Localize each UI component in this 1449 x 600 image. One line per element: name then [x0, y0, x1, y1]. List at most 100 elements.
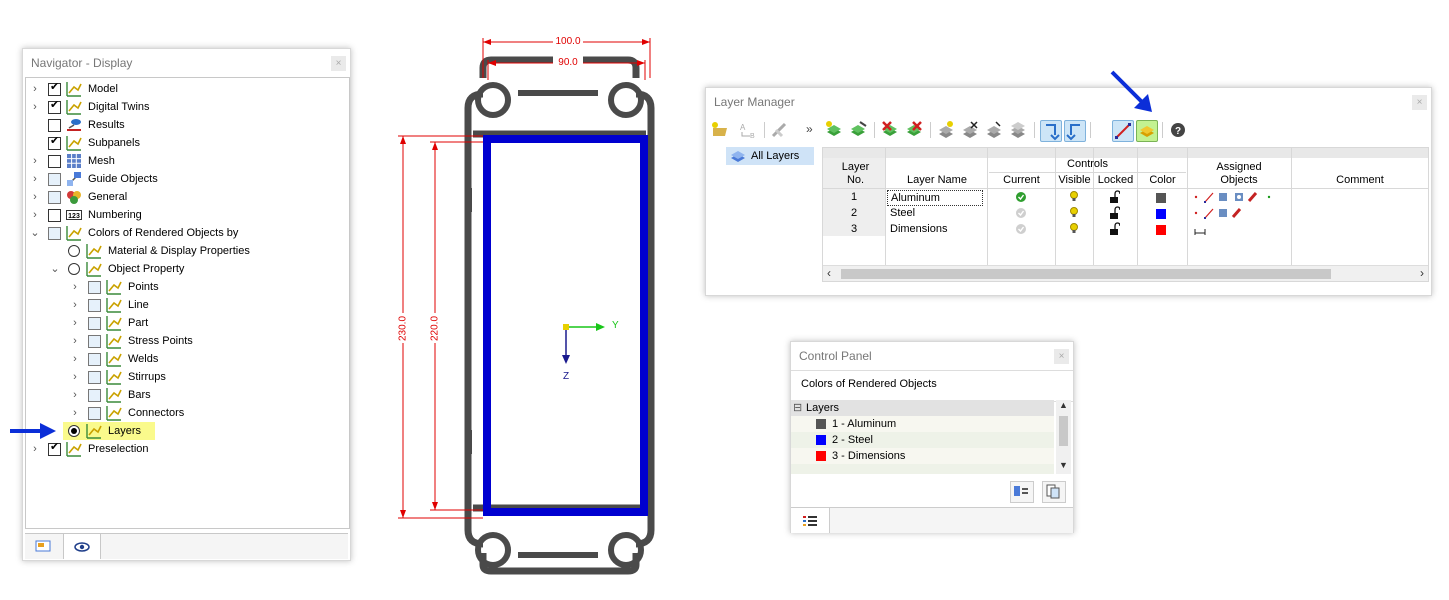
- scroll-right-icon[interactable]: ›: [1420, 266, 1424, 280]
- tree-item-line[interactable]: › Line: [26, 296, 346, 314]
- visible-bulb-icon[interactable]: [1068, 189, 1080, 205]
- tree-item-welds[interactable]: › Welds: [26, 350, 346, 368]
- chevron-right-icon[interactable]: ›: [70, 314, 80, 332]
- show-objects-icon[interactable]: [1112, 120, 1134, 142]
- chevron-right-icon[interactable]: ›: [30, 170, 40, 188]
- checkbox[interactable]: [48, 155, 61, 168]
- checkbox[interactable]: [88, 335, 101, 348]
- chevron-right-icon[interactable]: ›: [30, 188, 40, 206]
- chevron-right-icon[interactable]: ›: [30, 80, 40, 98]
- tree-item-colors-of-rendered-objects[interactable]: ⌄ Colors of Rendered Objects by: [26, 224, 346, 242]
- chevron-right-icon[interactable]: ›: [70, 368, 80, 386]
- checkbox[interactable]: [88, 317, 101, 330]
- chevron-right-icon[interactable]: ›: [70, 386, 80, 404]
- delete-folder-icon[interactable]: [770, 120, 790, 140]
- move-layer-icon[interactable]: [984, 120, 1004, 140]
- new-layer-folder-icon[interactable]: [710, 120, 730, 140]
- tree-item-general[interactable]: › General: [26, 188, 346, 206]
- chevron-right-icon[interactable]: ›: [70, 404, 80, 422]
- current-check-icon-inactive[interactable]: [1015, 221, 1027, 237]
- tree-item-material-display-properties[interactable]: Material & Display Properties: [26, 242, 346, 260]
- chevron-down-icon[interactable]: ⌄: [50, 260, 60, 278]
- tab-data[interactable]: [25, 534, 61, 559]
- layer-manager-close-button[interactable]: ×: [1412, 95, 1427, 110]
- checkbox[interactable]: [88, 389, 101, 402]
- cell-layer-name[interactable]: Dimensions: [890, 221, 983, 237]
- tree-item-stress-points[interactable]: › Stress Points: [26, 332, 346, 350]
- checkbox[interactable]: ✔: [48, 441, 61, 456]
- checkbox[interactable]: ✔: [48, 135, 61, 150]
- current-check-icon[interactable]: [1015, 189, 1027, 205]
- tree-item-preselection[interactable]: › ✔ Preselection: [26, 440, 346, 458]
- tree-item-results[interactable]: Results: [26, 116, 346, 134]
- checkbox[interactable]: [88, 299, 101, 312]
- chevron-right-icon[interactable]: ›: [70, 278, 80, 296]
- scroll-down-icon[interactable]: ▼: [1059, 460, 1068, 470]
- visible-bulb-icon[interactable]: [1068, 205, 1080, 221]
- tree-item-stirrups[interactable]: › Stirrups: [26, 368, 346, 386]
- navigator-close-button[interactable]: ×: [331, 56, 346, 71]
- checkbox[interactable]: [88, 371, 101, 384]
- tree-item-digital-twins[interactable]: › ✔ Digital Twins: [26, 98, 346, 116]
- tree-item-part[interactable]: › Part: [26, 314, 346, 332]
- control-panel-close-button[interactable]: ×: [1054, 349, 1069, 364]
- select-objects-icon[interactable]: [1040, 120, 1062, 142]
- rename-icon[interactable]: AB: [738, 120, 758, 140]
- cell-layer-name[interactable]: Aluminum: [887, 190, 983, 206]
- checkbox[interactable]: [48, 173, 61, 186]
- help-icon[interactable]: ?: [1168, 120, 1188, 140]
- checkbox[interactable]: ✔: [48, 81, 61, 96]
- radio-button[interactable]: [68, 245, 80, 257]
- chevron-right-icon[interactable]: ›: [70, 332, 80, 350]
- copy-layer-icon[interactable]: [848, 120, 868, 140]
- scroll-thumb[interactable]: [841, 269, 1331, 279]
- unlocked-icon[interactable]: [1108, 205, 1121, 221]
- tree-item-connectors[interactable]: › Connectors: [26, 404, 346, 422]
- tab-legend[interactable]: [791, 508, 830, 533]
- new-layer-icon[interactable]: [824, 120, 844, 140]
- assign-layer-icon[interactable]: [936, 120, 956, 140]
- delete-all-layers-icon[interactable]: [904, 120, 924, 140]
- chevron-right-icon[interactable]: ›: [30, 206, 40, 224]
- current-check-icon-inactive[interactable]: [1015, 205, 1027, 221]
- radio-button-selected[interactable]: [68, 425, 80, 437]
- tree-item-all-layers[interactable]: All Layers: [726, 147, 814, 165]
- color-swatch-aluminum[interactable]: [1156, 193, 1166, 203]
- radio-button[interactable]: [68, 263, 80, 275]
- chevron-down-icon[interactable]: ⌄: [30, 224, 40, 242]
- collapse-icon[interactable]: ⊟: [793, 400, 802, 416]
- checkbox[interactable]: [88, 353, 101, 366]
- chevron-right-icon[interactable]: ›: [70, 350, 80, 368]
- tree-item-guide-objects[interactable]: › Guide Objects: [26, 170, 346, 188]
- checkbox[interactable]: [88, 281, 101, 294]
- tree-item-points[interactable]: › Points: [26, 278, 346, 296]
- scroll-left-icon[interactable]: ‹: [827, 266, 831, 280]
- checkbox[interactable]: ✔: [48, 99, 61, 114]
- visible-bulb-icon[interactable]: [1068, 221, 1080, 237]
- tree-item-numbering[interactable]: › 123 Numbering: [26, 206, 346, 224]
- more-tools-button[interactable]: »: [806, 122, 813, 136]
- tree-item-object-property[interactable]: ⌄ Object Property: [26, 260, 346, 278]
- unlocked-icon[interactable]: [1108, 189, 1121, 205]
- color-swatch-dimensions[interactable]: [1156, 225, 1166, 235]
- colors-by-layer-icon[interactable]: [1136, 120, 1158, 142]
- scroll-thumb[interactable]: [1059, 416, 1068, 446]
- tree-item-bars[interactable]: › Bars: [26, 386, 346, 404]
- scroll-up-icon[interactable]: ▲: [1059, 400, 1068, 410]
- merge-layer-icon[interactable]: [1008, 120, 1028, 140]
- tree-item-layers[interactable]: Layers: [63, 422, 155, 440]
- unassign-layer-icon[interactable]: [960, 120, 980, 140]
- checkbox[interactable]: [48, 227, 61, 240]
- tree-item-subpanels[interactable]: ✔ Subpanels: [26, 134, 346, 152]
- legend-settings-button[interactable]: [1010, 481, 1034, 503]
- chevron-right-icon[interactable]: ›: [70, 296, 80, 314]
- chevron-right-icon[interactable]: ›: [30, 152, 40, 170]
- chevron-right-icon[interactable]: ›: [30, 98, 40, 116]
- checkbox[interactable]: [48, 119, 61, 132]
- tree-item-model[interactable]: › ✔ Model: [26, 80, 346, 98]
- color-swatch-steel[interactable]: [1156, 209, 1166, 219]
- checkbox[interactable]: [88, 407, 101, 420]
- vertical-scrollbar[interactable]: ▲ ▼: [1056, 400, 1071, 474]
- select-layer-icon[interactable]: [1064, 120, 1086, 142]
- checkbox[interactable]: [48, 209, 61, 222]
